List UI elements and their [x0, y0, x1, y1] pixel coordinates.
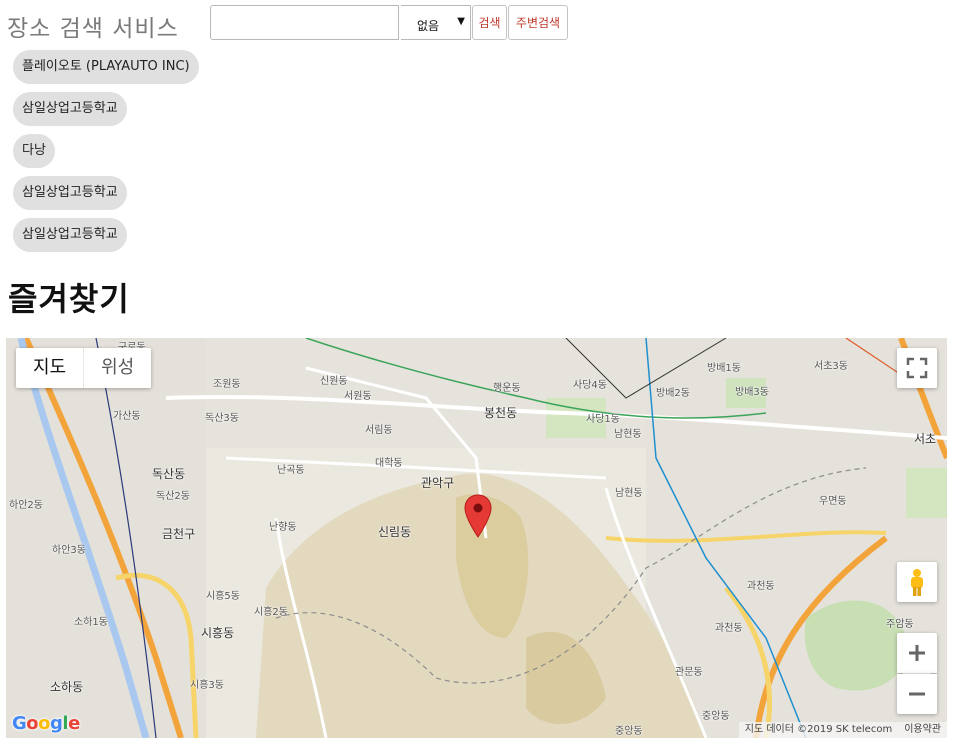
map-type-roadmap-button[interactable]: 지도	[16, 348, 84, 388]
zoom-in-button[interactable]	[897, 633, 937, 673]
map-place-label: 남현동	[614, 429, 642, 440]
map-place-label: 관문동	[675, 667, 703, 678]
category-select[interactable]: 없음 ▼	[401, 5, 471, 40]
history-chip[interactable]: 플레이오토 (PLAYAUTO INC)	[13, 50, 199, 84]
map-place-label: 독산동	[152, 467, 186, 481]
map-place-label: 조원동	[213, 379, 241, 390]
map-place-label: 중앙동	[615, 726, 643, 737]
map-place-label: 시흥3동	[190, 680, 224, 691]
map-place-label: 방배1동	[707, 363, 741, 374]
map-place-label: 신림동	[378, 525, 412, 539]
map-place-label: 과천동	[715, 623, 743, 634]
map-place-label: 서초3동	[814, 361, 848, 372]
map-place-label: 서원동	[344, 391, 372, 402]
map-type-control: 지도 위성	[16, 348, 152, 388]
map-place-label: 시흥동	[201, 626, 235, 640]
fullscreen-button[interactable]	[897, 348, 937, 388]
map-place-label: 난향동	[269, 522, 297, 533]
map-place-label: 과천동	[747, 581, 775, 592]
map-place-label: 남현동	[615, 488, 643, 499]
map-place-label: 관악구	[421, 476, 455, 490]
zoom-out-icon	[909, 692, 925, 696]
map-place-label: 소하동	[50, 680, 84, 694]
app-title: 장소 검색 서비스	[7, 16, 179, 42]
map-place-label: 소하1동	[74, 617, 108, 628]
terms-link[interactable]: 이용약관	[898, 722, 947, 738]
history-chip[interactable]: 삼일상업고등학교	[13, 176, 127, 210]
map-marker-icon[interactable]	[464, 494, 492, 538]
map-type-satellite-button[interactable]: 위성	[83, 348, 152, 388]
map-place-label: 독산3동	[205, 413, 239, 424]
map-place-label: 사당1동	[586, 414, 620, 425]
map-place-label: 중앙동	[702, 711, 730, 722]
map-place-label: 시흥5동	[206, 591, 240, 602]
map-place-label: 주암동	[886, 619, 914, 630]
search-bar: 장소 검색 서비스 없음 ▼ 검색 주변검색	[0, 0, 953, 44]
map-place-label: 방배2동	[656, 388, 690, 399]
history-chip[interactable]: 삼일상업고등학교	[13, 218, 127, 252]
fullscreen-icon	[906, 357, 928, 379]
map-place-label: 신원동	[320, 376, 348, 387]
zoom-in-icon	[909, 645, 925, 661]
google-logo[interactable]: Google	[12, 713, 80, 734]
street-view-button[interactable]	[897, 562, 937, 602]
map-place-label: 시흥2동	[254, 607, 288, 618]
map-place-label: 가산동	[113, 411, 141, 422]
history-chip[interactable]: 다낭	[13, 134, 55, 168]
map-place-label: 독산2동	[156, 491, 190, 502]
history-chip[interactable]: 삼일상업고등학교	[13, 92, 127, 126]
map-place-label: 봉천동	[484, 406, 518, 420]
map-tiles	[6, 338, 947, 738]
map-attribution: 지도 데이터 ©2019 SK telecom 이용약관	[738, 722, 947, 738]
map-place-label: 하안3동	[52, 545, 86, 556]
category-select-value: 없음	[417, 19, 440, 33]
map-place-label: 서림동	[365, 425, 393, 436]
map-place-label: 서초	[914, 432, 937, 446]
favorites-heading: 즐겨찾기	[8, 280, 130, 318]
nearby-search-button[interactable]: 주변검색	[508, 5, 568, 40]
map-place-label: 대학동	[375, 458, 403, 469]
map-data-credit: 지도 데이터 ©2019 SK telecom	[744, 724, 893, 735]
zoom-out-button[interactable]	[897, 674, 937, 714]
search-button[interactable]: 검색	[472, 5, 507, 40]
map-place-label: 방배3동	[735, 387, 769, 398]
map-place-label: 난곡동	[277, 465, 305, 476]
map-view[interactable]: 구로동 조원동 신원동 서원동 행운동 사당4동 방배1동 서초3동 가산동 독…	[6, 338, 947, 738]
map-place-label: 금천구	[162, 527, 196, 541]
pegman-icon	[911, 569, 923, 596]
dropdown-arrow-icon: ▼	[457, 16, 465, 27]
search-input[interactable]	[210, 5, 399, 40]
map-place-label: 우면동	[819, 496, 847, 507]
map-place-label: 행운동	[493, 383, 521, 394]
map-place-label: 사당4동	[573, 380, 607, 391]
map-place-label: 하안2동	[9, 500, 43, 511]
